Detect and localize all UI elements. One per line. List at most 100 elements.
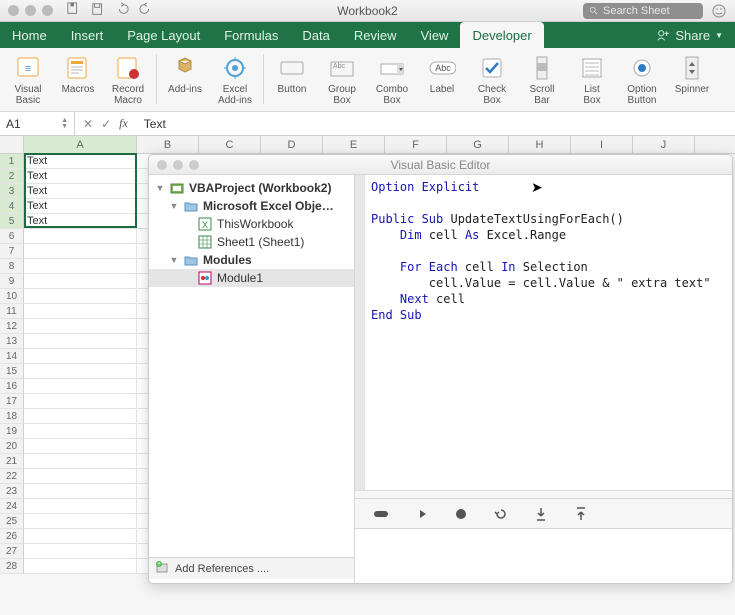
cell-A14[interactable]: [24, 349, 137, 364]
step-in-icon[interactable]: [533, 506, 549, 522]
cell-A26[interactable]: [24, 529, 137, 544]
thisworkbook-node[interactable]: X ThisWorkbook: [149, 215, 354, 233]
tab-data[interactable]: Data: [290, 22, 341, 48]
cell-A23[interactable]: [24, 484, 137, 499]
cell-A7[interactable]: [24, 244, 137, 259]
add-references-button[interactable]: + Add References ....: [149, 557, 354, 579]
run-icon[interactable]: [413, 506, 429, 522]
row-header[interactable]: 8: [0, 259, 24, 274]
search-input[interactable]: Search Sheet: [583, 3, 703, 19]
cell-A3[interactable]: Text: [24, 184, 137, 199]
cell-A9[interactable]: [24, 274, 137, 289]
row-header[interactable]: 2: [0, 169, 24, 184]
spreadsheet[interactable]: ABCDEFGHIJ 1Text2Text3Text4Text5Text6789…: [0, 136, 735, 615]
project-root[interactable]: ▼ VBAProject (Workbook2): [149, 179, 354, 197]
cell-A10[interactable]: [24, 289, 137, 304]
visual-basic-button[interactable]: ≡ VisualBasic: [6, 52, 50, 108]
cell-A12[interactable]: [24, 319, 137, 334]
cell-A22[interactable]: [24, 469, 137, 484]
cell-A2[interactable]: Text: [24, 169, 137, 184]
vbe-immediate-pane[interactable]: [355, 528, 732, 583]
tab-developer[interactable]: Developer: [460, 22, 543, 48]
combo-box-button[interactable]: ComboBox: [370, 52, 414, 108]
label-control-button[interactable]: Abc Label: [420, 52, 464, 108]
cell-A17[interactable]: [24, 394, 137, 409]
column-header-D[interactable]: D: [261, 136, 323, 153]
tab-formulas[interactable]: Formulas: [212, 22, 290, 48]
undo-icon[interactable]: [115, 2, 129, 19]
reset-icon[interactable]: [493, 506, 509, 522]
cell-A19[interactable]: [24, 424, 137, 439]
column-header-J[interactable]: J: [633, 136, 695, 153]
row-header[interactable]: 1: [0, 154, 24, 169]
row-header[interactable]: 12: [0, 319, 24, 334]
cell-A5[interactable]: Text: [24, 214, 137, 229]
row-header[interactable]: 3: [0, 184, 24, 199]
group-box-button[interactable]: Abc GroupBox: [320, 52, 364, 108]
row-header[interactable]: 14: [0, 349, 24, 364]
select-all-corner[interactable]: [0, 136, 24, 153]
excel-addins-button[interactable]: ExcelAdd-ins: [213, 52, 257, 108]
column-header-E[interactable]: E: [323, 136, 385, 153]
option-button-button[interactable]: OptionButton: [620, 52, 664, 108]
modules-folder[interactable]: ▼ Modules: [149, 251, 354, 269]
row-header[interactable]: 6: [0, 229, 24, 244]
column-header-G[interactable]: G: [447, 136, 509, 153]
row-header[interactable]: 22: [0, 469, 24, 484]
breakpoint-icon[interactable]: [373, 506, 389, 522]
row-header[interactable]: 20: [0, 439, 24, 454]
cell-A4[interactable]: Text: [24, 199, 137, 214]
project-explorer[interactable]: ▼ VBAProject (Workbook2) ▼ Microsoft Exc…: [149, 175, 355, 583]
formula-content[interactable]: Text: [136, 117, 166, 131]
tab-page-layout[interactable]: Page Layout: [115, 22, 212, 48]
cell-A11[interactable]: [24, 304, 137, 319]
scroll-bar-button[interactable]: ScrollBar: [520, 52, 564, 108]
row-header[interactable]: 9: [0, 274, 24, 289]
column-header-B[interactable]: B: [137, 136, 199, 153]
row-header[interactable]: 11: [0, 304, 24, 319]
cell-A15[interactable]: [24, 364, 137, 379]
cell-A24[interactable]: [24, 499, 137, 514]
cell-A6[interactable]: [24, 229, 137, 244]
share-button[interactable]: Share ▼: [644, 22, 735, 48]
row-header[interactable]: 23: [0, 484, 24, 499]
zoom-icon[interactable]: [42, 5, 53, 16]
row-header[interactable]: 25: [0, 514, 24, 529]
column-header-I[interactable]: I: [571, 136, 633, 153]
cell-A13[interactable]: [24, 334, 137, 349]
minimize-icon[interactable]: [25, 5, 36, 16]
enter-formula-icon[interactable]: ✓: [101, 117, 111, 131]
row-header[interactable]: 21: [0, 454, 24, 469]
row-header[interactable]: 4: [0, 199, 24, 214]
column-header-A[interactable]: A: [24, 136, 137, 153]
button-control-button[interactable]: Button: [270, 52, 314, 108]
sheet1-node[interactable]: Sheet1 (Sheet1): [149, 233, 354, 251]
vbe-titlebar[interactable]: Visual Basic Editor: [149, 155, 732, 175]
tab-insert[interactable]: Insert: [59, 22, 116, 48]
cell-A21[interactable]: [24, 454, 137, 469]
tab-home[interactable]: Home: [0, 22, 59, 48]
cell-A28[interactable]: [24, 559, 137, 574]
row-header[interactable]: 15: [0, 364, 24, 379]
row-header[interactable]: 18: [0, 409, 24, 424]
row-header[interactable]: 19: [0, 424, 24, 439]
fx-icon[interactable]: fx: [119, 116, 128, 131]
step-out-icon[interactable]: [573, 506, 589, 522]
macros-button[interactable]: Macros: [56, 52, 100, 108]
check-box-button[interactable]: CheckBox: [470, 52, 514, 108]
cell-A27[interactable]: [24, 544, 137, 559]
feedback-icon[interactable]: [711, 3, 727, 19]
cancel-formula-icon[interactable]: ✕: [83, 117, 93, 131]
excel-objects-folder[interactable]: ▼ Microsoft Excel Obje…: [149, 197, 354, 215]
code-editor[interactable]: Option Explicit Public Sub UpdateTextUsi…: [355, 175, 732, 490]
row-header[interactable]: 5: [0, 214, 24, 229]
row-header[interactable]: 10: [0, 289, 24, 304]
column-header-H[interactable]: H: [509, 136, 571, 153]
cell-A18[interactable]: [24, 409, 137, 424]
row-header[interactable]: 24: [0, 499, 24, 514]
cell-A1[interactable]: Text: [24, 154, 137, 169]
save-icon[interactable]: [67, 2, 81, 19]
module1-node[interactable]: Module1: [149, 269, 354, 287]
row-header[interactable]: 28: [0, 559, 24, 574]
row-header[interactable]: 7: [0, 244, 24, 259]
